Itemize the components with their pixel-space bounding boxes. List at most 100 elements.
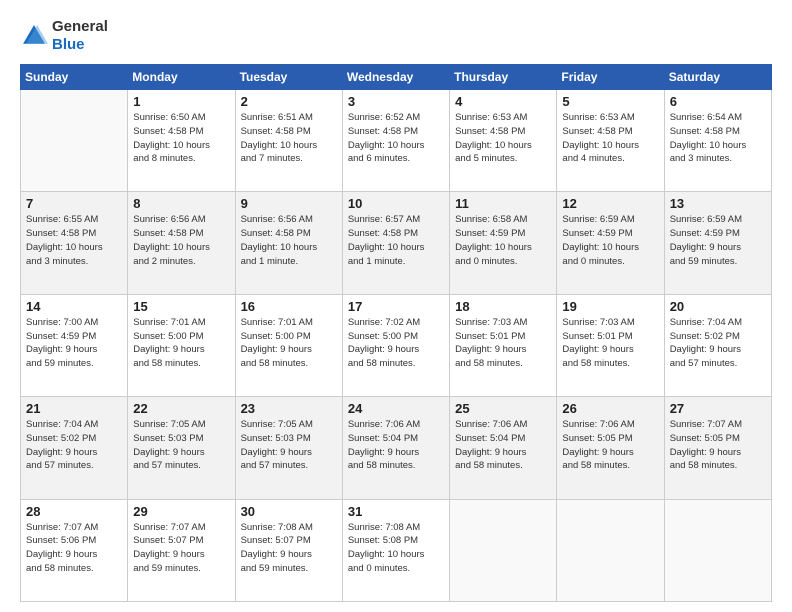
calendar-row-3: 21 Sunrise: 7:04 AM Sunset: 5:02 PM Dayli… [21, 397, 772, 499]
page: General Blue SundayMondayTuesdayWednesda… [0, 0, 792, 612]
day-number: 23 [241, 401, 337, 416]
day-number: 31 [348, 504, 444, 519]
day-info: Sunrise: 6:56 AM Sunset: 4:58 PM Dayligh… [241, 213, 337, 268]
calendar-cell: 22 Sunrise: 7:05 AM Sunset: 5:03 PM Dayli… [128, 397, 235, 499]
calendar-cell: 26 Sunrise: 7:06 AM Sunset: 5:05 PM Dayli… [557, 397, 664, 499]
day-info: Sunrise: 7:00 AM Sunset: 4:59 PM Dayligh… [26, 316, 122, 371]
calendar-row-1: 7 Sunrise: 6:55 AM Sunset: 4:58 PM Daylig… [21, 192, 772, 294]
day-info: Sunrise: 7:04 AM Sunset: 5:02 PM Dayligh… [26, 418, 122, 473]
day-number: 6 [670, 94, 766, 109]
day-info: Sunrise: 7:03 AM Sunset: 5:01 PM Dayligh… [455, 316, 551, 371]
calendar-cell: 21 Sunrise: 7:04 AM Sunset: 5:02 PM Dayli… [21, 397, 128, 499]
day-info: Sunrise: 7:01 AM Sunset: 5:00 PM Dayligh… [133, 316, 229, 371]
calendar-cell: 25 Sunrise: 7:06 AM Sunset: 5:04 PM Dayli… [450, 397, 557, 499]
logo-blue: Blue [52, 36, 85, 53]
day-number: 30 [241, 504, 337, 519]
day-number: 28 [26, 504, 122, 519]
day-number: 26 [562, 401, 658, 416]
header: General Blue [20, 18, 772, 54]
day-number: 21 [26, 401, 122, 416]
calendar-cell: 24Sunrise: 7:06 AM Sunset: 5:04 PM Dayli… [342, 397, 449, 499]
calendar-weekday-saturday: Saturday [664, 65, 771, 90]
day-number: 11 [455, 196, 551, 211]
calendar-cell: 13 Sunrise: 6:59 AM Sunset: 4:59 PM Dayli… [664, 192, 771, 294]
day-number: 27 [670, 401, 766, 416]
calendar-cell: 9Sunrise: 6:56 AM Sunset: 4:58 PM Daylig… [235, 192, 342, 294]
day-number: 17 [348, 299, 444, 314]
calendar-cell [664, 499, 771, 601]
day-info: Sunrise: 7:06 AM Sunset: 5:04 PM Dayligh… [455, 418, 551, 473]
day-info: Sunrise: 7:06 AM Sunset: 5:04 PM Dayligh… [348, 418, 444, 473]
calendar-table: SundayMondayTuesdayWednesdayThursdayFrid… [20, 64, 772, 602]
calendar-cell: 2 Sunrise: 6:51 AM Sunset: 4:58 PM Daylig… [235, 90, 342, 192]
calendar-weekday-monday: Monday [128, 65, 235, 90]
day-info: Sunrise: 7:04 AM Sunset: 5:02 PM Dayligh… [670, 316, 766, 371]
day-info: Sunrise: 7:07 AM Sunset: 5:07 PM Dayligh… [133, 521, 229, 576]
day-info: Sunrise: 6:53 AM Sunset: 4:58 PM Dayligh… [455, 111, 551, 166]
calendar-cell [450, 499, 557, 601]
calendar-cell: 3 Sunrise: 6:52 AM Sunset: 4:58 PM Daylig… [342, 90, 449, 192]
day-number: 29 [133, 504, 229, 519]
day-info: Sunrise: 6:57 AM Sunset: 4:58 PM Dayligh… [348, 213, 444, 268]
calendar-cell: 31 Sunrise: 7:08 AM Sunset: 5:08 PM Dayli… [342, 499, 449, 601]
day-info: Sunrise: 7:08 AM Sunset: 5:08 PM Dayligh… [348, 521, 444, 576]
calendar-weekday-tuesday: Tuesday [235, 65, 342, 90]
calendar-header-row: SundayMondayTuesdayWednesdayThursdayFrid… [21, 65, 772, 90]
calendar-cell: 30Sunrise: 7:08 AM Sunset: 5:07 PM Dayli… [235, 499, 342, 601]
day-number: 8 [133, 196, 229, 211]
calendar-cell [557, 499, 664, 601]
calendar-cell: 1 Sunrise: 6:50 AM Sunset: 4:58 PM Daylig… [128, 90, 235, 192]
day-info: Sunrise: 7:06 AM Sunset: 5:05 PM Dayligh… [562, 418, 658, 473]
day-info: Sunrise: 6:59 AM Sunset: 4:59 PM Dayligh… [670, 213, 766, 268]
day-number: 16 [241, 299, 337, 314]
calendar-cell: 17 Sunrise: 7:02 AM Sunset: 5:00 PM Dayli… [342, 294, 449, 396]
calendar-weekday-friday: Friday [557, 65, 664, 90]
day-info: Sunrise: 7:07 AM Sunset: 5:05 PM Dayligh… [670, 418, 766, 473]
calendar-cell: 27 Sunrise: 7:07 AM Sunset: 5:05 PM Dayli… [664, 397, 771, 499]
calendar-cell: 20Sunrise: 7:04 AM Sunset: 5:02 PM Dayli… [664, 294, 771, 396]
day-info: Sunrise: 6:52 AM Sunset: 4:58 PM Dayligh… [348, 111, 444, 166]
day-info: Sunrise: 6:56 AM Sunset: 4:58 PM Dayligh… [133, 213, 229, 268]
day-number: 3 [348, 94, 444, 109]
calendar-cell: 23Sunrise: 7:05 AM Sunset: 5:03 PM Dayli… [235, 397, 342, 499]
calendar-cell: 28Sunrise: 7:07 AM Sunset: 5:06 PM Dayli… [21, 499, 128, 601]
day-number: 22 [133, 401, 229, 416]
day-info: Sunrise: 6:53 AM Sunset: 4:58 PM Dayligh… [562, 111, 658, 166]
day-info: Sunrise: 6:54 AM Sunset: 4:58 PM Dayligh… [670, 111, 766, 166]
day-number: 10 [348, 196, 444, 211]
day-info: Sunrise: 7:01 AM Sunset: 5:00 PM Dayligh… [241, 316, 337, 371]
calendar-cell: 19 Sunrise: 7:03 AM Sunset: 5:01 PM Dayli… [557, 294, 664, 396]
day-number: 1 [133, 94, 229, 109]
day-info: Sunrise: 7:05 AM Sunset: 5:03 PM Dayligh… [133, 418, 229, 473]
day-info: Sunrise: 6:58 AM Sunset: 4:59 PM Dayligh… [455, 213, 551, 268]
calendar-cell: 8 Sunrise: 6:56 AM Sunset: 4:58 PM Daylig… [128, 192, 235, 294]
calendar-cell: 6 Sunrise: 6:54 AM Sunset: 4:58 PM Daylig… [664, 90, 771, 192]
day-number: 18 [455, 299, 551, 314]
day-number: 2 [241, 94, 337, 109]
day-info: Sunrise: 6:51 AM Sunset: 4:58 PM Dayligh… [241, 111, 337, 166]
day-number: 19 [562, 299, 658, 314]
day-number: 7 [26, 196, 122, 211]
logo: General Blue [20, 18, 108, 54]
calendar-cell: 16 Sunrise: 7:01 AM Sunset: 5:00 PM Dayli… [235, 294, 342, 396]
day-number: 12 [562, 196, 658, 211]
logo-general: General [52, 18, 108, 35]
day-info: Sunrise: 7:03 AM Sunset: 5:01 PM Dayligh… [562, 316, 658, 371]
day-number: 13 [670, 196, 766, 211]
calendar-weekday-sunday: Sunday [21, 65, 128, 90]
calendar-weekday-wednesday: Wednesday [342, 65, 449, 90]
day-info: Sunrise: 6:50 AM Sunset: 4:58 PM Dayligh… [133, 111, 229, 166]
logo-text: General Blue [52, 18, 108, 54]
calendar-cell: 14Sunrise: 7:00 AM Sunset: 4:59 PM Dayli… [21, 294, 128, 396]
calendar-row-2: 14Sunrise: 7:00 AM Sunset: 4:59 PM Dayli… [21, 294, 772, 396]
calendar-weekday-thursday: Thursday [450, 65, 557, 90]
calendar-cell: 29 Sunrise: 7:07 AM Sunset: 5:07 PM Dayli… [128, 499, 235, 601]
calendar-cell: 5Sunrise: 6:53 AM Sunset: 4:58 PM Daylig… [557, 90, 664, 192]
calendar-cell: 10 Sunrise: 6:57 AM Sunset: 4:58 PM Dayli… [342, 192, 449, 294]
day-info: Sunrise: 6:59 AM Sunset: 4:59 PM Dayligh… [562, 213, 658, 268]
calendar-cell: 15Sunrise: 7:01 AM Sunset: 5:00 PM Dayli… [128, 294, 235, 396]
calendar-cell: 4Sunrise: 6:53 AM Sunset: 4:58 PM Daylig… [450, 90, 557, 192]
day-info: Sunrise: 6:55 AM Sunset: 4:58 PM Dayligh… [26, 213, 122, 268]
day-number: 25 [455, 401, 551, 416]
day-info: Sunrise: 7:02 AM Sunset: 5:00 PM Dayligh… [348, 316, 444, 371]
